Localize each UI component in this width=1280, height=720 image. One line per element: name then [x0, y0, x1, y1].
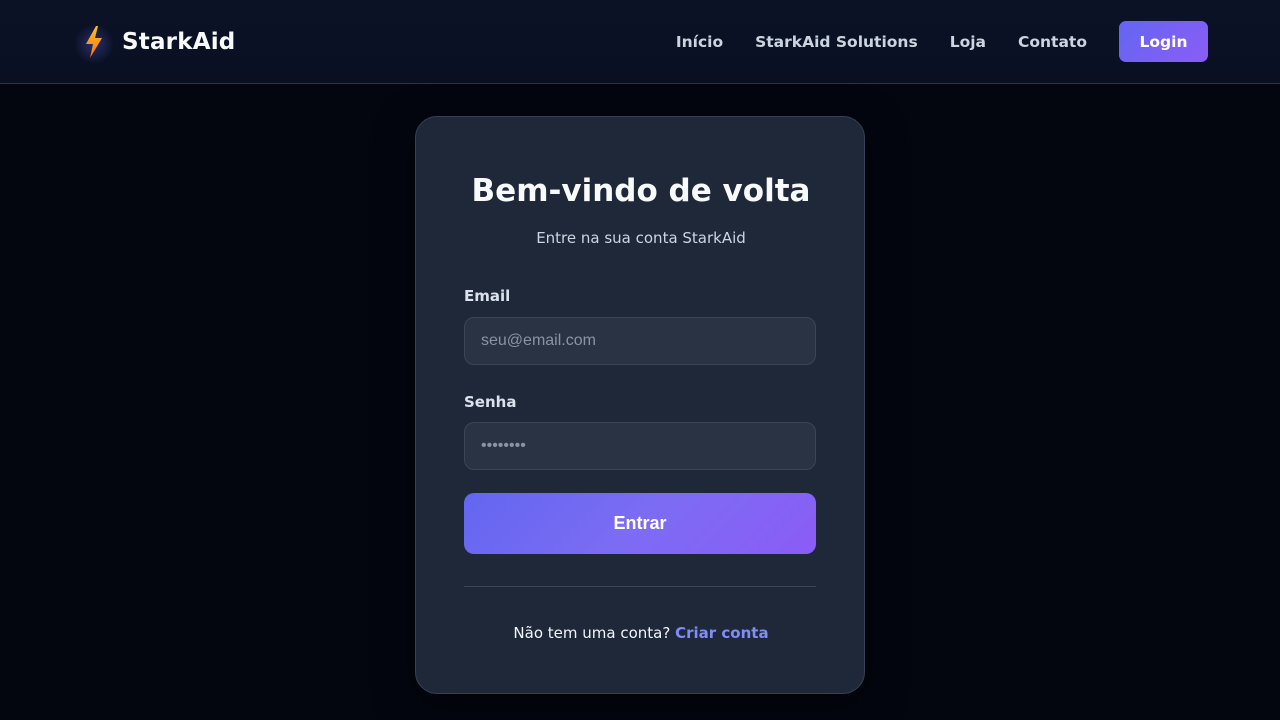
- email-input[interactable]: [464, 317, 816, 365]
- main-nav: Início StarkAid Solutions Loja Contato L…: [676, 21, 1208, 62]
- brand[interactable]: StarkAid: [74, 22, 236, 64]
- brand-name: StarkAid: [122, 29, 236, 55]
- signup-prompt-row: Não tem uma conta? Criar conta: [416, 624, 866, 642]
- signup-prompt: Não tem uma conta?: [513, 624, 671, 642]
- page-title: Bem-vindo de volta: [471, 173, 811, 209]
- page-subtitle: Entre na sua conta StarkAid: [536, 229, 746, 247]
- submit-login-button[interactable]: Entrar: [464, 493, 816, 554]
- login-card: Bem-vindo de volta Entre na sua conta St…: [415, 116, 865, 694]
- top-navbar: StarkAid Início StarkAid Solutions Loja …: [0, 0, 1280, 84]
- create-account-link[interactable]: Criar conta: [675, 624, 768, 642]
- email-label: Email: [464, 287, 511, 305]
- password-input[interactable]: [464, 422, 816, 470]
- password-label: Senha: [464, 393, 517, 411]
- nav-login-button[interactable]: Login: [1119, 21, 1208, 62]
- nav-link-solutions[interactable]: StarkAid Solutions: [755, 33, 918, 51]
- nav-link-store[interactable]: Loja: [950, 33, 986, 51]
- divider: [464, 586, 816, 587]
- nav-link-home[interactable]: Início: [676, 33, 723, 51]
- lightning-bolt-icon: [74, 24, 114, 64]
- nav-link-contact[interactable]: Contato: [1018, 33, 1087, 51]
